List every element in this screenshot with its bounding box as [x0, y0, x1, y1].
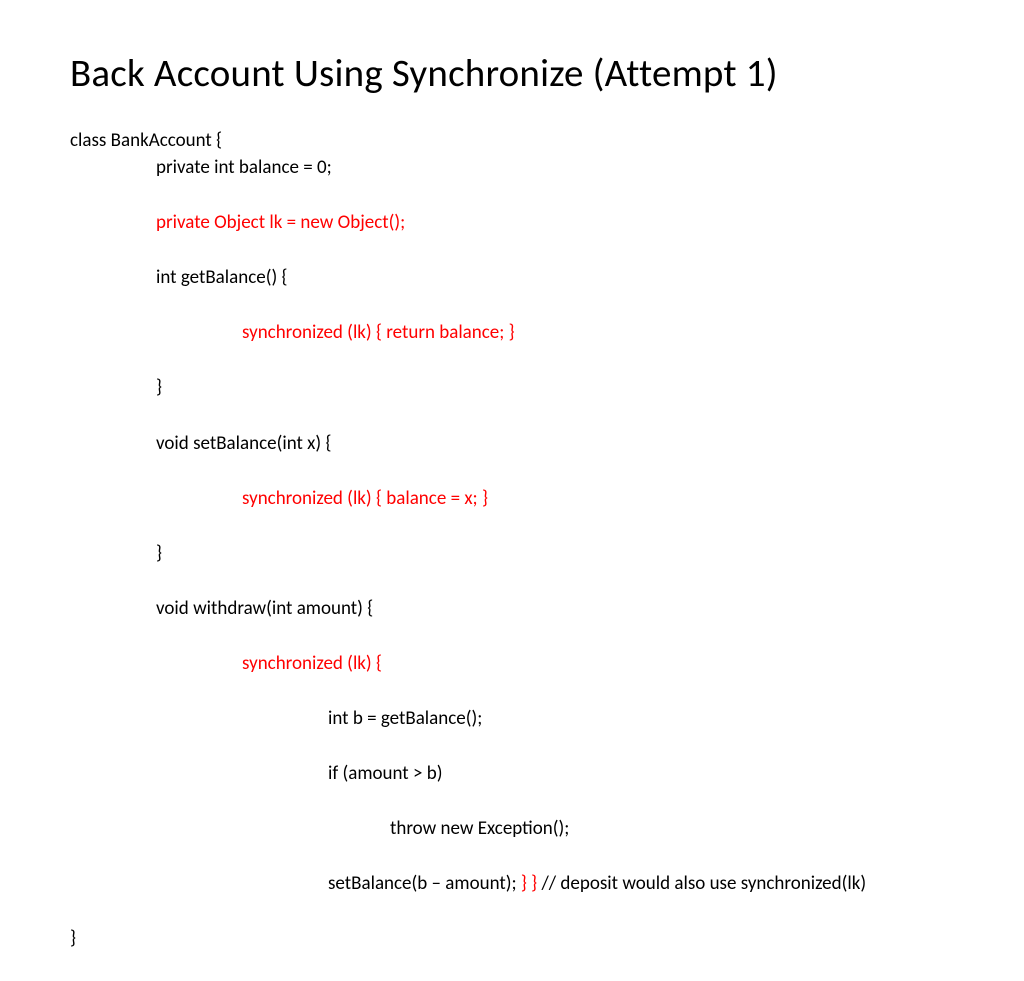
- code-comment: // deposit would also use synchronized(l…: [541, 872, 866, 895]
- code-line: class BankAccount {: [70, 129, 222, 152]
- code-line: int getBalance() {: [70, 264, 954, 292]
- code-line: throw new Exception();: [70, 815, 954, 843]
- code-line: }: [70, 927, 76, 950]
- code-block: class BankAccount { private int balance …: [70, 99, 954, 981]
- code-line-highlight: synchronized (lk) {: [70, 650, 954, 678]
- slide-title: Back Account Using Synchronize (Attempt …: [70, 50, 954, 97]
- code-line-highlight: private Object lk = new Object();: [70, 209, 954, 237]
- code-text-highlight: } }: [521, 872, 542, 895]
- code-line: int b = getBalance();: [70, 705, 954, 733]
- code-line: void withdraw(int amount) {: [70, 595, 954, 623]
- code-line: }: [70, 540, 954, 568]
- code-line: void setBalance(int x) {: [70, 430, 954, 458]
- code-line-highlight: synchronized (lk) { balance = x; }: [70, 485, 954, 513]
- code-line: private int balance = 0;: [70, 154, 954, 182]
- code-line: if (amount > b): [70, 760, 954, 788]
- code-text: setBalance(b – amount);: [328, 872, 521, 895]
- code-line: setBalance(b – amount); } } // deposit w…: [70, 870, 954, 898]
- code-line: }: [70, 374, 954, 402]
- slide-content: Back Account Using Synchronize (Attempt …: [0, 0, 1024, 981]
- code-line-highlight: synchronized (lk) { return balance; }: [70, 319, 954, 347]
